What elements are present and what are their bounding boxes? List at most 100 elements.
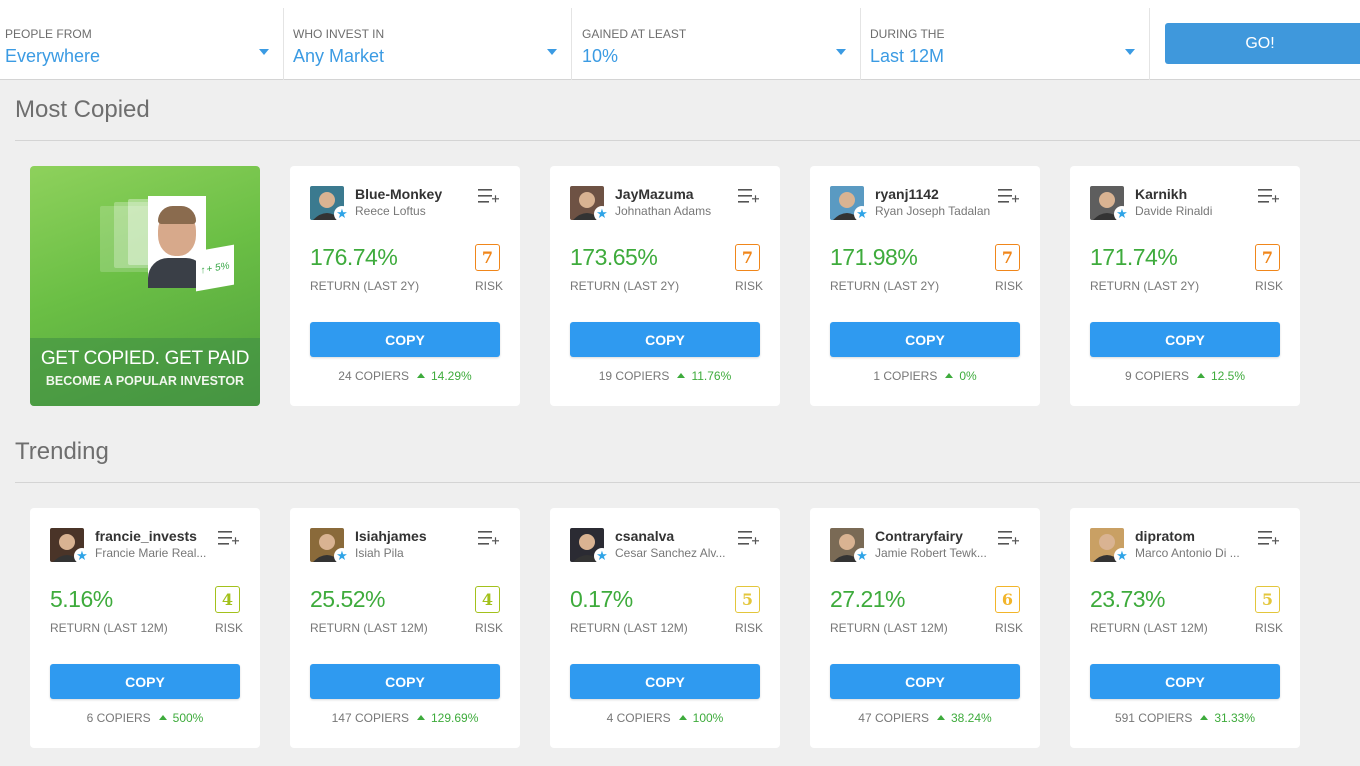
risk-label: RISK: [735, 621, 764, 635]
add-to-watchlist-icon[interactable]: [478, 530, 500, 546]
promo-banner[interactable]: ↑ + 5% GET COPIED. GET PAID BECOME A POPU…: [30, 166, 260, 406]
add-to-watchlist-icon[interactable]: [1258, 530, 1280, 546]
promo-gain-text: + 5%: [206, 259, 230, 276]
return-label: RETURN (LAST 12M): [310, 621, 428, 635]
filter-value: Last 12M: [870, 46, 945, 66]
investor-username[interactable]: JayMazuma: [615, 186, 694, 202]
add-to-watchlist-icon[interactable]: [218, 530, 240, 546]
triangle-up-icon: [937, 715, 945, 721]
return-value: 23.73%: [1090, 586, 1166, 612]
up-arrow-icon: ↑: [200, 264, 206, 277]
add-to-watchlist-icon[interactable]: [998, 188, 1020, 204]
copiers-count: 1 COPIERS: [873, 369, 938, 383]
filter-label: WHO INVEST IN: [293, 27, 385, 41]
return-label: RETURN (LAST 2Y): [570, 279, 680, 293]
risk-label: RISK: [475, 621, 504, 635]
copiers-change: 129.69%: [431, 711, 479, 725]
copiers-info: 1 COPIERS 0%: [810, 369, 1040, 383]
filter-value: Any Market: [293, 46, 385, 66]
return-label: RETURN (LAST 2Y): [830, 279, 940, 293]
copiers-info: 19 COPIERS 11.76%: [550, 369, 780, 383]
risk-label: RISK: [995, 621, 1024, 635]
return-label: RETURN (LAST 2Y): [1090, 279, 1200, 293]
risk-label: RISK: [1255, 621, 1284, 635]
return-value: 171.74%: [1090, 244, 1178, 270]
return-label: RETURN (LAST 12M): [50, 621, 168, 635]
copiers-change: 100%: [692, 711, 724, 725]
investor-fullname: Cesar Sanchez Alv...: [615, 546, 726, 560]
investor-fullname: Reece Loftus: [355, 204, 426, 218]
filter-label: DURING THE: [870, 27, 945, 41]
copiers-info: 4 COPIERS 100%: [550, 711, 780, 725]
copiers-count: 591 COPIERS: [1114, 711, 1193, 725]
popular-investor-star-icon: ★: [74, 548, 90, 564]
copiers-info: 9 COPIERS 12.5%: [1070, 369, 1300, 383]
popular-investor-star-icon: ★: [334, 548, 350, 564]
investor-card: ★ dipratom Marco Antonio Di ... 23.73% R…: [1070, 508, 1300, 748]
copiers-change: 12.5%: [1211, 369, 1246, 383]
copy-button[interactable]: COPY: [50, 664, 240, 699]
copiers-count: 47 COPIERS: [858, 711, 929, 725]
investor-fullname: Jamie Robert Tewk...: [875, 546, 987, 560]
return-label: RETURN (LAST 12M): [1090, 621, 1208, 635]
section-title-most-copied: Most Copied: [15, 96, 150, 123]
risk-label: RISK: [475, 279, 504, 293]
add-to-watchlist-icon[interactable]: [738, 188, 760, 204]
investor-username[interactable]: csanalva: [615, 528, 674, 544]
investor-username[interactable]: Isiahjames: [355, 528, 427, 544]
copy-button[interactable]: COPY: [570, 664, 760, 699]
investor-fullname: Johnathan Adams: [615, 204, 712, 218]
copiers-count: 19 COPIERS: [598, 369, 670, 383]
investor-fullname: Ryan Joseph Tadalan: [875, 204, 990, 218]
add-to-watchlist-icon[interactable]: [738, 530, 760, 546]
investor-fullname: Davide Rinaldi: [1135, 204, 1213, 218]
copiers-count: 147 COPIERS: [331, 711, 409, 725]
copiers-count: 4 COPIERS: [606, 711, 671, 725]
triangle-up-icon: [945, 373, 954, 379]
risk-score-badge: 7: [995, 244, 1020, 271]
copiers-change: 0%: [959, 369, 977, 383]
popular-investor-star-icon: ★: [1114, 206, 1130, 222]
copy-button[interactable]: COPY: [1090, 664, 1280, 699]
filter-gained-at-least[interactable]: GAINED AT LEAST 10%: [577, 8, 861, 80]
copiers-info: 47 COPIERS 38.24%: [810, 711, 1040, 725]
investor-username[interactable]: dipratom: [1135, 528, 1195, 544]
add-to-watchlist-icon[interactable]: [1258, 188, 1280, 204]
investor-username[interactable]: francie_invests: [95, 528, 197, 544]
copiers-change: 14.29%: [431, 369, 472, 383]
triangle-up-icon: [678, 715, 687, 721]
copiers-info: 147 COPIERS 129.69%: [290, 711, 520, 725]
filter-during-the[interactable]: DURING THE Last 12M: [865, 8, 1150, 80]
filter-people-from[interactable]: PEOPLE FROM Everywhere: [0, 8, 284, 80]
add-to-watchlist-icon[interactable]: [998, 530, 1020, 546]
filter-who-invest-in[interactable]: WHO INVEST IN Any Market: [288, 8, 572, 80]
investor-username[interactable]: Contraryfairy: [875, 528, 963, 544]
investor-username[interactable]: ryanj1142: [875, 186, 939, 202]
copy-button[interactable]: COPY: [310, 322, 500, 357]
caret-down-icon: [259, 49, 269, 55]
copiers-count: 6 COPIERS: [86, 711, 151, 725]
popular-investor-star-icon: ★: [594, 206, 610, 222]
filter-label: PEOPLE FROM: [5, 27, 92, 41]
popular-investor-star-icon: ★: [1114, 548, 1130, 564]
copy-button[interactable]: COPY: [830, 664, 1020, 699]
go-button[interactable]: GO!: [1165, 23, 1360, 64]
copy-button[interactable]: COPY: [830, 322, 1020, 357]
risk-label: RISK: [735, 279, 764, 293]
investor-username[interactable]: Karnikh: [1135, 186, 1187, 202]
investor-username[interactable]: Blue-Monkey: [355, 186, 442, 202]
investor-card: ★ francie_invests Francie Marie Real... …: [30, 508, 260, 748]
copiers-info: 6 COPIERS 500%: [30, 711, 260, 725]
triangle-up-icon: [677, 373, 686, 379]
copy-button[interactable]: COPY: [310, 664, 500, 699]
return-label: RETURN (LAST 2Y): [310, 279, 420, 293]
caret-down-icon: [1125, 49, 1135, 55]
copy-button[interactable]: COPY: [570, 322, 760, 357]
popular-investor-star-icon: ★: [334, 206, 350, 222]
copiers-change: 500%: [172, 711, 204, 725]
copiers-count: 24 COPIERS: [338, 369, 409, 383]
filter-label: GAINED AT LEAST: [582, 27, 687, 41]
copy-button[interactable]: COPY: [1090, 322, 1280, 357]
add-to-watchlist-icon[interactable]: [478, 188, 500, 204]
popular-investor-star-icon: ★: [594, 548, 610, 564]
